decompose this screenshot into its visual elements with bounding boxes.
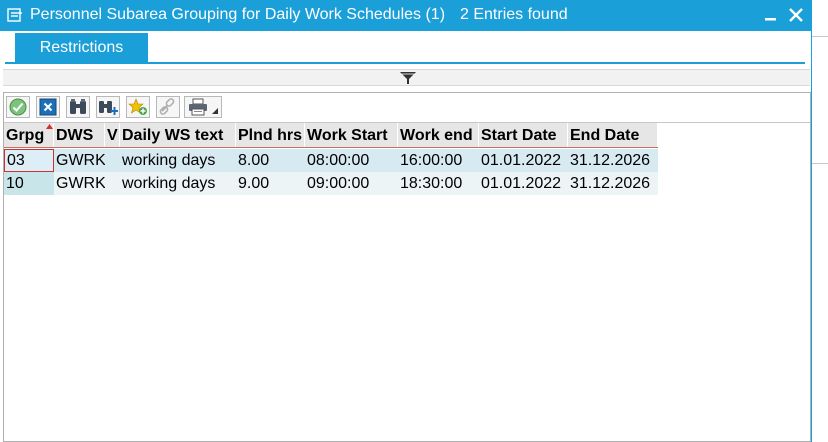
cell-work-end[interactable]: 16:00:00	[398, 149, 479, 172]
column-header-end-date[interactable]: End Date	[568, 123, 658, 147]
accept-button[interactable]	[6, 96, 30, 118]
find-next-button[interactable]	[96, 96, 120, 118]
cell-plnd-hrs[interactable]: 9.00	[236, 172, 305, 195]
title-bar: Personnel Subarea Grouping for Daily Wor…	[0, 0, 812, 31]
cell-dws[interactable]: GWRK	[54, 149, 105, 172]
cell-v[interactable]	[105, 172, 120, 195]
table-row[interactable]: 10 GWRK working days 9.00 09:00:00 18:30…	[4, 172, 658, 195]
cell-start-date[interactable]: 01.01.2022	[479, 149, 568, 172]
cell-grpg[interactable]: 03	[4, 149, 54, 172]
close-icon[interactable]	[787, 6, 805, 24]
cell-end-date[interactable]: 31.12.2026	[568, 149, 658, 172]
find-button[interactable]	[66, 96, 90, 118]
window-menu-icon[interactable]	[7, 7, 23, 23]
link-icon	[159, 98, 175, 115]
sort-indicator-icon	[46, 124, 53, 129]
cell-v[interactable]	[105, 149, 120, 172]
table-row[interactable]: 03 GWRK working days 8.00 08:00:00 16:00…	[4, 149, 658, 172]
dialog-body: Restrictions Grpg DWS V Daily WS text Pl…	[0, 31, 812, 442]
printer-icon	[189, 98, 207, 116]
entries-found-text: 2 Entries found	[460, 6, 568, 23]
cell-work-end[interactable]: 18:30:00	[398, 172, 479, 195]
cell-grpg[interactable]: 10	[4, 172, 54, 195]
cell-plnd-hrs[interactable]: 8.00	[236, 149, 305, 172]
cell-work-start[interactable]: 09:00:00	[305, 172, 398, 195]
column-header-dws[interactable]: DWS	[54, 123, 105, 147]
binoculars-plus-icon	[99, 101, 118, 115]
tab-strip-underline	[5, 62, 805, 64]
column-header-work-end[interactable]: Work end	[398, 123, 479, 147]
table-header: Grpg DWS V Daily WS text Plnd hrs Work S…	[4, 123, 658, 148]
column-header-daily-ws-text[interactable]: Daily WS text	[120, 123, 236, 147]
restrictions-splitter[interactable]	[3, 69, 810, 86]
print-button[interactable]	[184, 96, 222, 118]
cell-dws[interactable]: GWRK	[54, 172, 105, 195]
results-grid: Grpg DWS V Daily WS text Plnd hrs Work S…	[3, 92, 811, 442]
window-title: Personnel Subarea Grouping for Daily Wor…	[30, 6, 446, 23]
tab-restrictions[interactable]: Restrictions	[15, 33, 148, 62]
cancel-button[interactable]	[36, 96, 60, 118]
cell-end-date[interactable]: 31.12.2026	[568, 172, 658, 195]
column-header-plnd-hrs[interactable]: Plnd hrs	[236, 123, 305, 147]
column-header-start-date[interactable]: Start Date	[479, 123, 568, 147]
checkmark-icon	[9, 98, 27, 116]
dropdown-arrow-icon	[212, 108, 218, 114]
link-button[interactable]	[156, 96, 180, 118]
background-window-edge	[812, 0, 828, 442]
close-x-icon	[39, 98, 57, 116]
collapse-filter-icon[interactable]	[399, 70, 417, 86]
cell-daily-ws-text[interactable]: working days	[120, 149, 236, 172]
star-add-icon	[128, 98, 147, 115]
column-header-work-start[interactable]: Work Start	[305, 123, 398, 147]
cell-work-start[interactable]: 08:00:00	[305, 149, 398, 172]
binoculars-icon	[70, 99, 86, 114]
cell-daily-ws-text[interactable]: working days	[120, 172, 236, 195]
cell-start-date[interactable]: 01.01.2022	[479, 172, 568, 195]
divider	[812, 36, 828, 37]
divider	[812, 163, 828, 164]
add-favorite-button[interactable]	[126, 96, 150, 118]
minimize-icon[interactable]	[763, 7, 779, 23]
column-header-v[interactable]: V	[105, 123, 120, 147]
grid-toolbar	[4, 93, 810, 123]
